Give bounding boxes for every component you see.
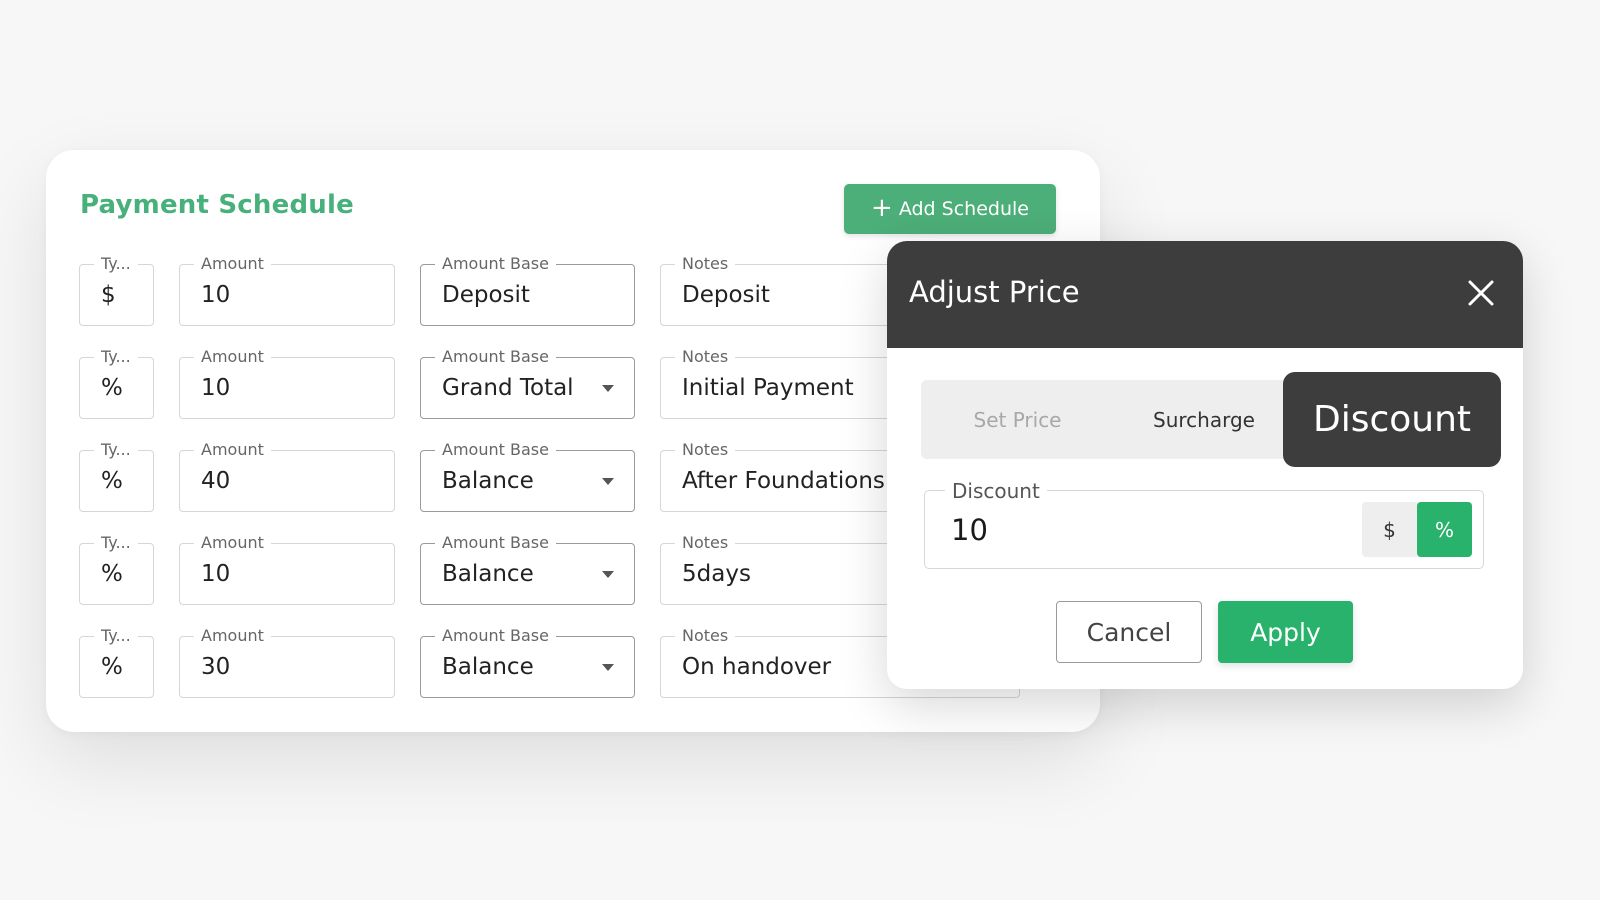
notes-label: Notes (675, 626, 736, 645)
notes-value: After Foundations (682, 468, 885, 494)
type-field[interactable]: Ty... % (79, 533, 154, 605)
notes-label: Notes (675, 533, 736, 552)
apply-button[interactable]: Apply (1218, 601, 1353, 663)
notes-value: Initial Payment (682, 375, 854, 401)
type-label: Ty... (94, 347, 138, 366)
close-icon[interactable] (1465, 277, 1497, 309)
plus-icon: + (871, 193, 893, 223)
caret-down-icon (602, 664, 614, 671)
amount-field[interactable]: Amount 10 (179, 254, 395, 326)
amount-value: 10 (201, 282, 231, 308)
discount-label: Discount (945, 479, 1047, 503)
tab-set-price[interactable]: Set Price (921, 380, 1114, 459)
add-schedule-button[interactable]: + Add Schedule (844, 184, 1056, 234)
amount-base-label: Amount Base (435, 533, 556, 552)
amount-label: Amount (194, 347, 271, 366)
amount-field[interactable]: Amount 30 (179, 626, 395, 698)
notes-label: Notes (675, 254, 736, 273)
amount-field[interactable]: Amount 40 (179, 440, 395, 512)
type-label: Ty... (94, 254, 138, 273)
amount-value: 30 (201, 654, 231, 680)
modal-header: Adjust Price (887, 241, 1523, 348)
unit-dollar-button[interactable]: $ (1362, 502, 1417, 557)
amount-base-value: Balance (442, 468, 534, 494)
notes-label: Notes (675, 347, 736, 366)
amount-base-value: Deposit (442, 282, 530, 308)
type-value: % (101, 375, 123, 401)
payment-schedule-title: Payment Schedule (80, 190, 354, 220)
amount-value: 10 (201, 561, 231, 587)
cancel-button[interactable]: Cancel (1056, 601, 1202, 663)
amount-base-value: Grand Total (442, 375, 574, 401)
discount-unit-toggle: $ % (1362, 502, 1472, 557)
type-field[interactable]: Ty... % (79, 347, 154, 419)
amount-value: 40 (201, 468, 231, 494)
modal-title: Adjust Price (909, 275, 1080, 309)
amount-label: Amount (194, 626, 271, 645)
caret-down-icon (602, 385, 614, 392)
amount-base-select[interactable]: Amount Base Balance (420, 440, 635, 512)
type-field[interactable]: Ty... % (79, 626, 154, 698)
amount-base-label: Amount Base (435, 254, 556, 273)
amount-base-select[interactable]: Amount Base Deposit (420, 254, 635, 326)
tab-discount[interactable]: Discount (1283, 372, 1501, 467)
caret-down-icon (602, 571, 614, 578)
amount-base-label: Amount Base (435, 440, 556, 459)
amount-field[interactable]: Amount 10 (179, 533, 395, 605)
amount-field[interactable]: Amount 10 (179, 347, 395, 419)
type-value: % (101, 654, 123, 680)
notes-value: Deposit (682, 282, 770, 308)
amount-base-select[interactable]: Amount Base Grand Total (420, 347, 635, 419)
notes-value: 5days (682, 561, 751, 587)
amount-base-select[interactable]: Amount Base Balance (420, 533, 635, 605)
type-field[interactable]: Ty... % (79, 440, 154, 512)
tab-surcharge[interactable]: Surcharge (1114, 380, 1294, 459)
type-value: % (101, 561, 123, 587)
amount-label: Amount (194, 440, 271, 459)
amount-base-label: Amount Base (435, 347, 556, 366)
notes-value: On handover (682, 654, 832, 680)
amount-base-select[interactable]: Amount Base Balance (420, 626, 635, 698)
type-label: Ty... (94, 440, 138, 459)
amount-base-value: Balance (442, 654, 534, 680)
type-value: $ (101, 282, 116, 308)
amount-label: Amount (194, 533, 271, 552)
amount-base-label: Amount Base (435, 626, 556, 645)
adjust-price-modal: Adjust Price Set Price Surcharge Discoun… (887, 241, 1523, 689)
caret-down-icon (602, 478, 614, 485)
notes-label: Notes (675, 440, 736, 459)
amount-base-value: Balance (442, 561, 534, 587)
unit-percent-button[interactable]: % (1417, 502, 1472, 557)
type-label: Ty... (94, 533, 138, 552)
type-field[interactable]: Ty... $ (79, 254, 154, 326)
type-label: Ty... (94, 626, 138, 645)
amount-value: 10 (201, 375, 231, 401)
type-value: % (101, 468, 123, 494)
discount-value: 10 (951, 513, 988, 547)
amount-label: Amount (194, 254, 271, 273)
add-schedule-label: Add Schedule (898, 198, 1029, 220)
discount-field[interactable]: Discount 10 $ % (924, 479, 1484, 569)
